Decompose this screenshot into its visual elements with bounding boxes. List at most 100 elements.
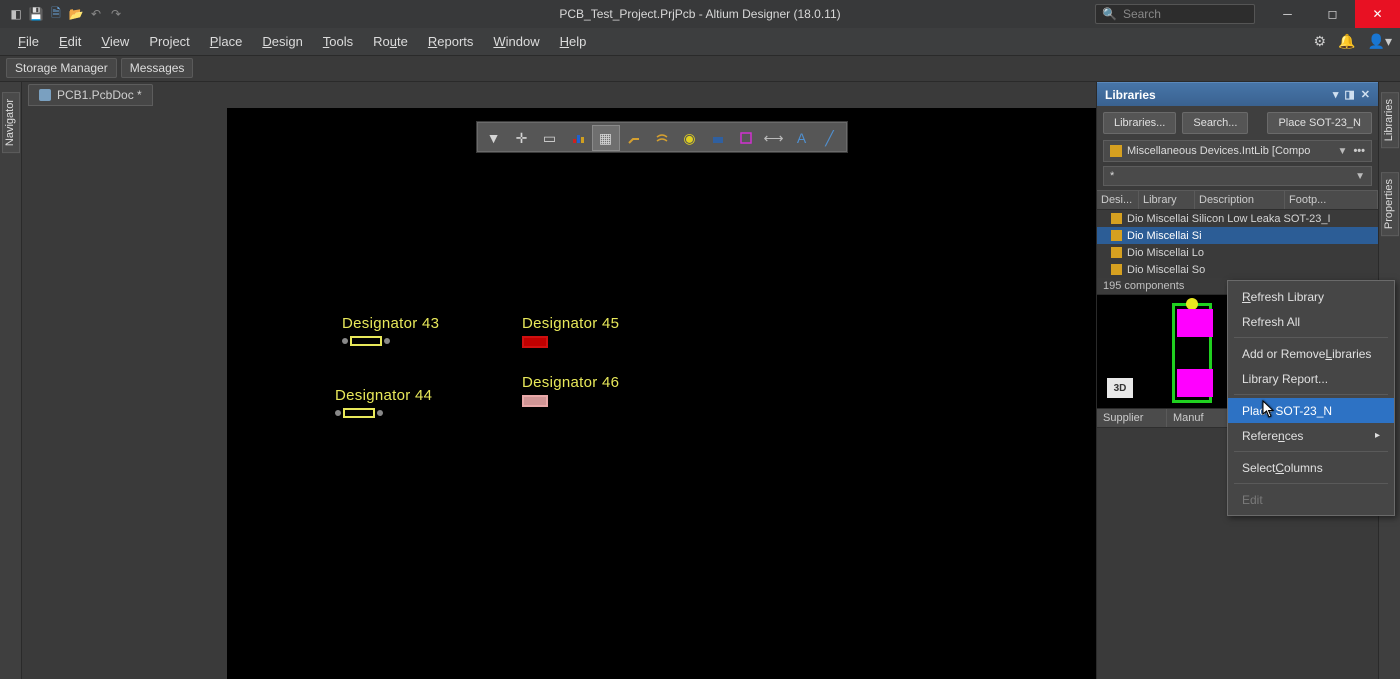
designator-label: Designator 43 <box>342 315 439 332</box>
pcb-active-bar: ▼ ✛ ▭ ▦ ◉ ⟷ A ╱ <box>477 122 847 152</box>
3d-button[interactable]: 3D <box>1107 378 1133 398</box>
quick-access-toolbar: ◧ 💾 🗎 📂 ↶ ↷ <box>0 6 124 22</box>
col-description[interactable]: Description <box>1195 191 1285 209</box>
library-grid-body: Dio Miscellai Silicon Low Leaka SOT-23_I… <box>1097 210 1378 278</box>
undo-icon[interactable]: ↶ <box>88 6 104 22</box>
redo-icon[interactable]: ↷ <box>108 6 124 22</box>
align-icon[interactable] <box>564 125 592 151</box>
component-icon <box>1111 230 1122 241</box>
col-footprint[interactable]: Footp... <box>1285 191 1378 209</box>
menu-references[interactable]: References▸ <box>1228 423 1394 448</box>
menu-library-report[interactable]: Library Report... <box>1228 366 1394 391</box>
component-d45[interactable]: Designator 45 <box>522 315 619 348</box>
menu-place[interactable]: Place <box>200 30 253 53</box>
library-filter-value: * <box>1110 170 1114 182</box>
left-vertical-tab-strip: Navigator <box>0 82 22 679</box>
polygon-icon[interactable] <box>704 125 732 151</box>
settings-icon[interactable]: ⚙ <box>1314 33 1327 50</box>
vtab-libraries[interactable]: Libraries <box>1381 92 1399 148</box>
library-row[interactable]: Dio Miscellai Silicon Low Leaka SOT-23_I <box>1097 210 1378 227</box>
save-icon[interactable]: 💾 <box>28 6 44 22</box>
open-icon[interactable]: 📂 <box>68 6 84 22</box>
component-icon <box>1111 247 1122 258</box>
selection-icon[interactable]: ▭ <box>536 125 564 151</box>
ellipsis-icon[interactable]: ••• <box>1353 145 1365 157</box>
doc-tab-label: PCB1.PcbDoc * <box>57 88 142 102</box>
component-icon[interactable]: ▦ <box>592 125 620 151</box>
logo-icon: ◧ <box>8 6 24 22</box>
via-icon[interactable]: ◉ <box>676 125 704 151</box>
col-library[interactable]: Library <box>1139 191 1195 209</box>
save-all-icon[interactable]: 🗎 <box>48 6 64 22</box>
notification-icon[interactable]: 🔔 <box>1338 33 1355 50</box>
panel-close-icon[interactable]: ✕ <box>1361 88 1370 101</box>
menu-add-remove-libraries[interactable]: Add or Remove Libraries <box>1228 341 1394 366</box>
minimize-button[interactable]: ─ <box>1265 0 1310 28</box>
designator-label: Designator 46 <box>522 374 619 391</box>
menu-edit[interactable]: Edit <box>49 30 91 53</box>
menu-reports[interactable]: Reports <box>418 30 484 53</box>
menu-file[interactable]: File <box>8 30 49 53</box>
menu-window[interactable]: Window <box>483 30 549 53</box>
menu-design[interactable]: Design <box>252 30 312 53</box>
menu-view[interactable]: View <box>91 30 139 53</box>
library-row[interactable]: Dio Miscellai So <box>1097 261 1378 278</box>
search-placeholder: Search <box>1123 7 1161 21</box>
diff-pair-icon[interactable] <box>648 125 676 151</box>
tab-messages[interactable]: Messages <box>121 58 194 78</box>
text-icon[interactable]: A <box>788 125 816 151</box>
filter-icon[interactable]: ▼ <box>480 125 508 151</box>
library-row[interactable]: Dio Miscellai Lo <box>1097 244 1378 261</box>
search-button[interactable]: Search... <box>1182 112 1248 134</box>
library-selector-value: Miscellaneous Devices.IntLib [Compo <box>1127 145 1310 157</box>
designator-label: Designator 45 <box>522 315 619 332</box>
component-icon <box>1111 264 1122 275</box>
panel-menu-icon[interactable]: ▾ <box>1333 88 1339 101</box>
maximize-button[interactable]: ◻ <box>1310 0 1355 28</box>
document-area: PCB1.PcbDoc * ▼ ✛ ▭ ▦ ◉ ⟷ <box>22 82 1096 679</box>
line-icon[interactable]: ╱ <box>816 125 844 151</box>
menu-place-component[interactable]: Place SOT-23_N <box>1228 398 1394 423</box>
close-button[interactable]: ✕ <box>1355 0 1400 28</box>
menu-route[interactable]: Route <box>363 30 418 53</box>
title-bar: ◧ 💾 🗎 📂 ↶ ↷ PCB_Test_Project.PrjPcb - Al… <box>0 0 1400 28</box>
search-box[interactable]: 🔍 Search <box>1095 4 1255 24</box>
doc-tab-pcb1[interactable]: PCB1.PcbDoc * <box>28 84 153 106</box>
libraries-button[interactable]: Libraries... <box>1103 112 1176 134</box>
col-supplier[interactable]: Supplier <box>1097 409 1167 427</box>
pcb-canvas[interactable]: ▼ ✛ ▭ ▦ ◉ ⟷ A ╱ Designator 43 <box>227 108 1096 679</box>
component-d46[interactable]: Designator 46 <box>522 374 619 407</box>
place-button[interactable]: Place SOT-23_N <box>1267 112 1372 134</box>
menu-edit: Edit <box>1228 487 1394 512</box>
chevron-down-icon: ▼ <box>1355 171 1365 182</box>
menu-help[interactable]: Help <box>550 30 597 53</box>
vtab-properties[interactable]: Properties <box>1381 172 1399 236</box>
menu-refresh-library[interactable]: Refresh Library <box>1228 284 1394 309</box>
dimension-icon[interactable]: ⟷ <box>760 125 788 151</box>
library-grid-header: Desi... Library Description Footp... <box>1097 190 1378 210</box>
menu-tools[interactable]: Tools <box>313 30 363 53</box>
library-filter[interactable]: * ▼ <box>1103 166 1372 186</box>
plane-icon[interactable] <box>732 125 760 151</box>
library-row[interactable]: Dio Miscellai Si <box>1097 227 1378 244</box>
tab-storage-manager[interactable]: Storage Manager <box>6 58 117 78</box>
component-d44[interactable]: Designator 44 <box>335 387 432 418</box>
route-icon[interactable] <box>620 125 648 151</box>
user-icon[interactable]: 👤▾ <box>1368 33 1392 50</box>
menu-select-columns[interactable]: Select Columns <box>1228 455 1394 480</box>
libraries-button-row: Libraries... Search... Place SOT-23_N <box>1097 106 1378 140</box>
libraries-header: Libraries ▾ ◨ ✕ <box>1097 82 1378 106</box>
move-icon[interactable]: ✛ <box>508 125 536 151</box>
component-d43[interactable]: Designator 43 <box>342 315 439 346</box>
vtab-navigator[interactable]: Navigator <box>2 92 20 153</box>
panel-pin-icon[interactable]: ◨ <box>1344 88 1354 101</box>
window-title: PCB_Test_Project.PrjPcb - Altium Designe… <box>559 7 840 21</box>
menu-project[interactable]: Project <box>139 30 199 53</box>
designator-label: Designator 44 <box>335 387 432 404</box>
col-design[interactable]: Desi... <box>1097 191 1139 209</box>
canvas-gutter <box>22 108 227 679</box>
library-context-menu: Refresh Library Refresh All Add or Remov… <box>1227 280 1395 516</box>
menu-refresh-all[interactable]: Refresh All <box>1228 309 1394 334</box>
library-selector[interactable]: Miscellaneous Devices.IntLib [Compo ▼ ••… <box>1103 140 1372 162</box>
library-icon <box>1110 145 1122 157</box>
